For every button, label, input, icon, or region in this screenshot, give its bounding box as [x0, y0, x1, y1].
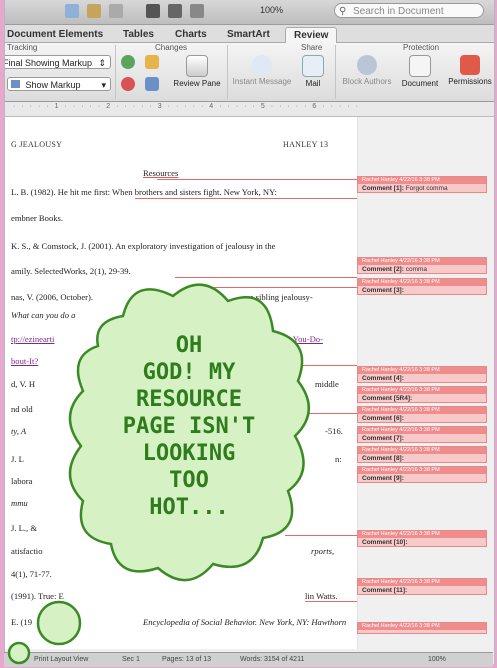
ref-line-13: labora — [11, 476, 33, 486]
instant-message-button[interactable]: Instant Message — [229, 55, 295, 86]
thought-dot-large — [36, 600, 82, 646]
mail-button[interactable]: Mail — [297, 55, 329, 88]
markup-dropdown[interactable]: Final Showing Markup ⇕ — [5, 55, 111, 69]
ref-line-12: J. L — [11, 454, 24, 464]
chevron-down-icon: ▾ — [101, 80, 106, 90]
document-lock-icon — [409, 55, 431, 77]
ref-link-1[interactable]: tp://ezinearti — [11, 334, 54, 344]
view-mode[interactable]: Print Layout View — [34, 653, 88, 666]
document-protect-button[interactable]: Document — [397, 55, 443, 88]
review-pane-icon — [186, 55, 208, 77]
mail-icon — [302, 55, 324, 77]
horizontal-ruler[interactable]: ·····1·····2·····3·····4·····5·····6····… — [5, 102, 494, 117]
word-count: Words: 3154 of 4211 — [240, 656, 305, 663]
comment-12[interactable]: Rachel Hanley 4/22/16 3:38 PM — [357, 622, 487, 634]
status-zoom[interactable]: 100% — [428, 653, 446, 666]
ref-line-19: E. (19 — [11, 617, 33, 627]
ref-line-4: amily. SelectedWorks, 2(1), 29-39. — [11, 266, 131, 276]
ref-line-1: L. B. (1982). He hit me first: When brot… — [11, 187, 277, 197]
show-markup-icon — [11, 80, 20, 88]
ref-line-9: d, V. H — [11, 379, 36, 389]
review-pane-button[interactable]: Review Pane — [167, 55, 227, 88]
comment-3[interactable]: Rachel Hanley 4/22/16 3:38 PM Comment [3… — [357, 278, 487, 295]
previous-change-icon[interactable] — [145, 55, 159, 69]
search-icon: ⚲ — [339, 6, 347, 17]
permissions-icon — [460, 55, 480, 75]
block-authors-button[interactable]: Block Authors — [339, 55, 395, 86]
ref-line-2: embner Books. — [11, 213, 64, 223]
ref-line-20: Encyclopedia of Social Behavior. New Yor… — [143, 617, 347, 627]
show-markup-dropdown[interactable]: Show Markup ▾ — [7, 77, 111, 91]
user-block-icon — [357, 55, 377, 75]
comment-margin — [357, 117, 494, 649]
search-input[interactable]: ⚲ Search in Document — [334, 3, 484, 18]
thought-dot-small — [7, 641, 31, 665]
comment-1[interactable]: Rachel Hanley 4/22/16 3:38 PM Comment [1… — [357, 176, 487, 193]
tab-document-elements[interactable]: Document Elements — [5, 27, 111, 42]
status-bar: Print Layout View Sec 1 Pages: 13 of 13 … — [4, 652, 493, 667]
frag-3: middle — [315, 379, 339, 389]
toolbar-icons[interactable] — [65, 4, 205, 20]
running-header-right: HANLEY 13 — [283, 140, 329, 149]
ref-line-14: mmu — [11, 498, 28, 508]
zoom-value[interactable]: 100% — [260, 5, 283, 15]
accept-change-icon[interactable] — [121, 55, 135, 69]
comment-4[interactable]: Rachel Hanley 4/22/16 3:38 PM Comment [4… — [357, 366, 487, 383]
group-tracking-label: Tracking — [7, 43, 38, 52]
group-share-label: Share — [301, 43, 323, 52]
ref-line-16: atisfactio — [11, 546, 43, 556]
comment-10[interactable]: Rachel Hanley 4/22/16 3:38 PM Comment [1… — [357, 530, 487, 547]
section-indicator: Sec 1 — [122, 656, 140, 663]
ribbon-tabs: Document Elements Tables Charts SmartArt… — [5, 25, 494, 43]
comment-9[interactable]: Rachel Hanley 4/22/16 3:38 PM Comment [9… — [357, 466, 487, 483]
group-protection-label: Protection — [403, 43, 440, 52]
next-change-icon[interactable] — [145, 77, 159, 91]
review-ribbon: Tracking Changes Share Protection Final … — [5, 43, 494, 102]
tab-tables[interactable]: Tables — [115, 27, 162, 42]
frag-5: n: — [335, 454, 342, 464]
chevron-updown-icon: ⇕ — [98, 58, 106, 68]
ref-line-10: nd old — [11, 404, 33, 414]
reject-change-icon[interactable] — [121, 77, 135, 91]
group-changes-label: Changes — [155, 43, 188, 52]
frag-4: -516. — [325, 426, 343, 436]
permissions-button[interactable]: Permissions — [445, 55, 494, 86]
comment-7[interactable]: Rachel Hanley 4/22/16 3:38 PM Comment [7… — [357, 426, 487, 443]
comment-2[interactable]: Rachel Hanley 4/22/16 3:38 PM Comment [2… — [357, 257, 487, 274]
ref-line-17: 4(1), 71-77. — [11, 569, 52, 579]
standard-toolbar: 100% ⚲ Search in Document — [5, 0, 494, 25]
bubble-caption: OH GOD! MY RESOURCE PAGE ISN'T LOOKING T… — [122, 333, 256, 520]
running-header-left: G JEALOUSY — [11, 140, 63, 149]
ref-line-11: ty, A — [11, 426, 27, 436]
ref-link-2[interactable]: bout-It? — [11, 356, 38, 366]
tab-charts[interactable]: Charts — [167, 27, 215, 42]
tab-smartart[interactable]: SmartArt — [219, 27, 278, 42]
comment-8[interactable]: Rachel Hanley 4/22/16 3:38 PM Comment [8… — [357, 446, 487, 463]
page-count: Pages: 13 of 13 — [162, 656, 212, 663]
comment-5[interactable]: Rachel Hanley 4/22/16 3:38 PM Comment [5… — [357, 386, 487, 403]
comment-11[interactable]: Rachel Hanley 4/22/16 3:38 PM Comment [1… — [357, 578, 487, 595]
resources-title: Resources — [143, 168, 179, 178]
ref-line-3: K. S., & Comstock, J. (2001). An explora… — [11, 241, 276, 251]
tab-review[interactable]: Review — [285, 27, 338, 43]
chat-bubble-icon — [252, 55, 272, 75]
comment-6[interactable]: Rachel Hanley 4/22/16 3:38 PM Comment [6… — [357, 406, 487, 423]
ref-line-15: J. L., & — [11, 523, 38, 533]
